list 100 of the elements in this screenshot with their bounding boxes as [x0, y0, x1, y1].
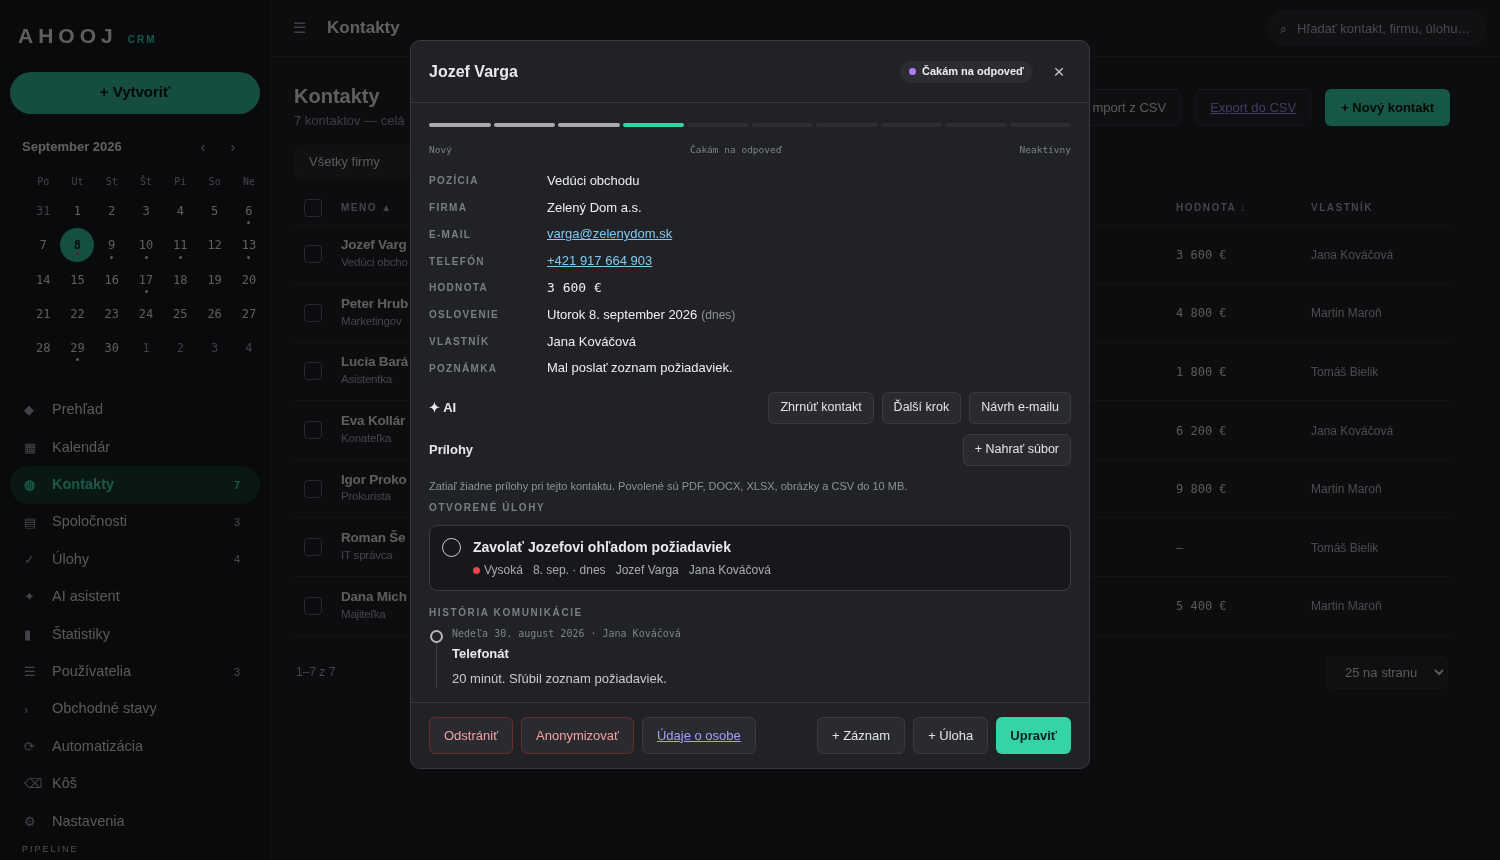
sidebar-item[interactable]: ▤ Spoločnosti 3 [10, 503, 260, 542]
sidebar-item[interactable]: ▦ Kalendár [10, 428, 260, 467]
next-month-button[interactable]: › [218, 135, 248, 158]
calendar-day[interactable]: 7 [26, 228, 61, 263]
footer-button[interactable]: Upraviť [996, 717, 1071, 755]
calendar-day[interactable]: 1 [129, 331, 164, 366]
page-heading: Kontakty [294, 84, 381, 109]
upload-button[interactable]: + Nahrať súbor [962, 433, 1071, 466]
checkbox[interactable] [304, 596, 322, 615]
calendar-day[interactable]: 3 [197, 331, 232, 366]
calendar-day[interactable]: 19 [197, 262, 232, 297]
calendar-day[interactable]: 31 [26, 194, 61, 229]
item-label: Kalendár [52, 437, 112, 457]
checkbox[interactable] [304, 421, 322, 440]
checkbox[interactable] [304, 362, 322, 381]
calendar-day[interactable]: 11 [163, 228, 198, 263]
create-button[interactable]: + Vytvoriť [10, 71, 260, 114]
owner-cell: Jana Kováčová [1311, 423, 1394, 438]
pagination-info: 1–7 z 7 [296, 664, 336, 682]
weekday-label: Št [139, 174, 154, 189]
sidebar-item[interactable]: ⚙ Nastavenia [10, 802, 260, 841]
footer-button[interactable]: Anonymizovať [521, 717, 634, 755]
history-title: Telefonát [452, 645, 510, 664]
calendar-day[interactable]: 28 [26, 331, 61, 366]
calendar-day[interactable]: 18 [163, 262, 198, 297]
field-label: VLASTNÍK [429, 334, 491, 349]
checkbox[interactable] [304, 479, 322, 498]
calendar-day[interactable]: 2 [94, 194, 129, 229]
footer-button[interactable]: + Záznam [816, 717, 906, 755]
calendar-day[interactable]: 23 [94, 297, 129, 332]
calendar-day[interactable]: 3 [129, 194, 164, 229]
calendar-day[interactable]: 5 [197, 194, 232, 229]
ai-button[interactable]: Ďalší krok [881, 391, 962, 424]
calendar-day[interactable]: 25 [163, 297, 198, 332]
calendar-day[interactable]: 29 [60, 331, 95, 366]
calendar-day[interactable]: 17 [129, 262, 164, 297]
sidebar-item[interactable]: ◍ Kontakty 7 [10, 466, 260, 504]
field-value: Vedúci obchodu [547, 171, 640, 190]
column-header[interactable]: HODNOTA ↕ [1176, 202, 1247, 213]
owner-cell: Tomáš Bielik [1311, 540, 1379, 555]
checkbox[interactable] [304, 198, 322, 217]
page-size-select[interactable]: 25 na stranu [1326, 655, 1448, 689]
sidebar-item[interactable]: › Obchodné stavy [10, 690, 260, 728]
sidebar-item[interactable]: ☰ Používatelia 3 [10, 653, 260, 691]
calendar-day[interactable]: 9 [94, 228, 129, 263]
checkbox[interactable] [304, 303, 322, 322]
value-cell: 6 200 € [1176, 423, 1227, 438]
calendar-day[interactable]: 6 [231, 194, 266, 229]
ai-button[interactable]: Zhrnúť kontakt [768, 391, 874, 424]
column-header[interactable]: VLASTNÍK [1311, 202, 1373, 213]
checkbox[interactable] [304, 245, 322, 264]
close-button[interactable]: × [1047, 62, 1071, 81]
footer-button[interactable]: Odstrániť [429, 717, 513, 755]
nav-icon: ▮ [24, 624, 52, 645]
task-contact: Jozef Varga [615, 562, 679, 580]
weekday-label: Po [36, 175, 51, 189]
sidebar-item[interactable]: ✦ AI asistent [10, 578, 260, 616]
column-header[interactable]: MENO ▲ [341, 202, 393, 213]
calendar-day[interactable]: 15 [60, 262, 95, 297]
menu-icon[interactable]: ☰ [293, 16, 327, 40]
footer-button[interactable]: + Úloha [913, 717, 989, 755]
sidebar-item[interactable]: ▮ Štatistiky [10, 615, 260, 654]
ai-button[interactable]: Návrh e-mailu [969, 391, 1071, 424]
calendar-day[interactable]: 30 [94, 331, 129, 366]
calendar-day[interactable]: 1 [60, 194, 95, 229]
footer-button[interactable]: Údaje o osobe [641, 717, 756, 755]
history-meta: Nedeľa 30. august 2026 · Jana Kováčová [452, 627, 681, 642]
export-link[interactable]: Export do CSV [1195, 89, 1312, 126]
calendar-day[interactable]: 14 [26, 262, 61, 297]
field-link[interactable]: varga@zelenydom.sk [547, 224, 673, 244]
calendar-day[interactable]: 12 [197, 228, 232, 263]
checkbox[interactable] [304, 538, 322, 557]
brand-name: AHOOJ [18, 23, 118, 49]
previous-month-button[interactable]: ‹ [188, 135, 218, 158]
field-link[interactable]: +421 917 664 903 [547, 251, 653, 271]
calendar-day[interactable]: 27 [231, 297, 266, 332]
calendar-day[interactable]: 26 [197, 297, 232, 332]
sidebar-item[interactable]: ◆ Prehľad [10, 391, 260, 429]
task-owner: Jana Kováčová [688, 562, 771, 580]
sidebar-item[interactable]: ⟳ Automatizácia [10, 728, 260, 766]
new-contact-button[interactable]: + Nový kontakt [1325, 89, 1450, 126]
calendar-day[interactable]: 24 [129, 297, 164, 332]
calendar-day[interactable]: 20 [231, 262, 266, 297]
calendar-day[interactable]: 21 [26, 297, 61, 332]
section-caption: HISTÓRIA KOMUNIKÁCIE [429, 605, 584, 621]
calendar-day[interactable]: 2 [163, 331, 198, 366]
calendar-day[interactable]: 8 [60, 228, 95, 263]
field-label: POZNÁMKA [429, 361, 499, 376]
contact-name: Peter Hrub [341, 295, 409, 313]
calendar-day[interactable]: 13 [231, 228, 266, 263]
sidebar-item[interactable]: ⌫ Kôš [10, 765, 260, 803]
calendar-day[interactable]: 22 [60, 297, 95, 332]
calendar-day[interactable]: 4 [163, 194, 198, 229]
owner-cell: Martin Maroň [1311, 306, 1382, 321]
calendar-day[interactable]: 16 [94, 262, 129, 297]
calendar-day[interactable]: 4 [231, 331, 266, 366]
item-count: 3 [233, 664, 240, 680]
sidebar-item[interactable]: ✓ Úlohy 4 [10, 541, 260, 579]
calendar-day[interactable]: 10 [129, 228, 164, 263]
field-value: Mal poslať zoznam požiadaviek. [547, 359, 733, 378]
